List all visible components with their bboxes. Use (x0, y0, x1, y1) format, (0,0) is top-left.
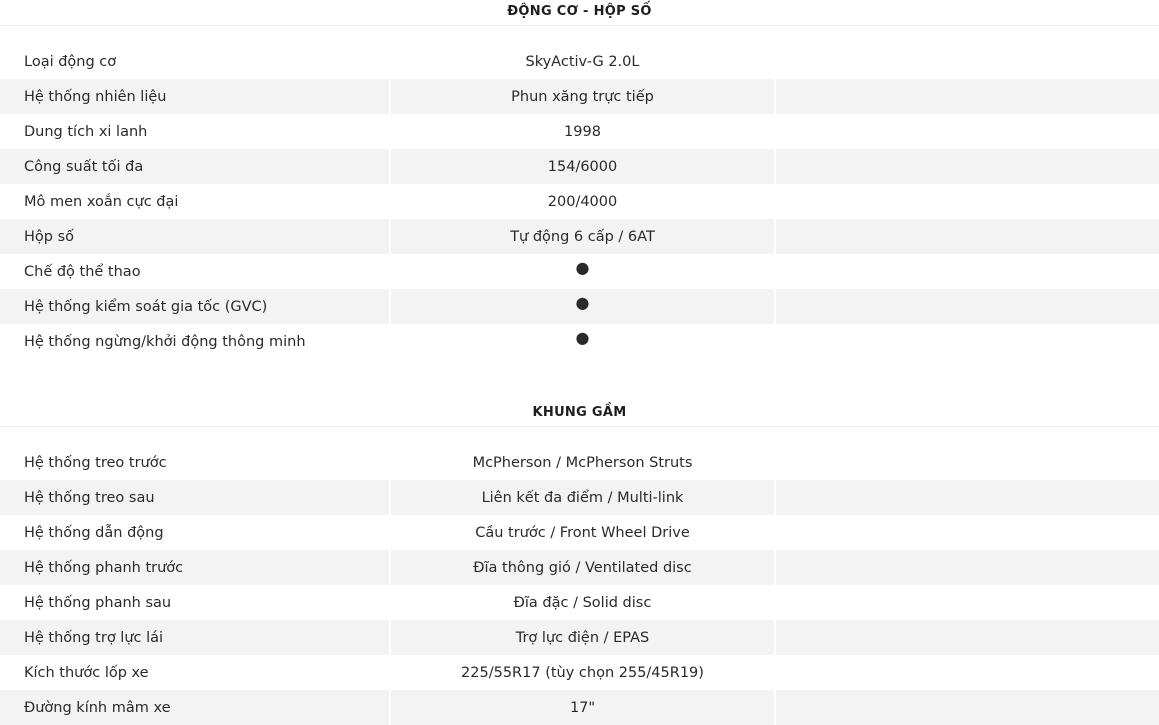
spec-row: Công suất tối đa 154/6000 (0, 149, 1159, 184)
spec-label: Chế độ thể thao (24, 263, 141, 280)
spec-value: Đĩa thông gió / Ventilated disc (389, 550, 775, 585)
bullet-dot-icon: ● (575, 293, 590, 312)
spec-extra-cell (774, 550, 1159, 585)
spec-value: Đĩa đặc / Solid disc (513, 594, 652, 611)
spec-row: Hệ thống ngừng/khởi động thông minh ● (0, 324, 1159, 359)
spec-label: Hệ thống nhiên liệu (0, 79, 390, 114)
spec-label: Hệ thống phanh trước (0, 550, 390, 585)
spec-row: Hệ thống nhiên liệu Phun xăng trực tiếp (0, 79, 1159, 114)
spec-value: 200/4000 (547, 193, 618, 210)
spec-value: 17" (389, 690, 775, 725)
spec-value: McPherson / McPherson Struts (472, 454, 693, 471)
spec-label: Hệ thống ngừng/khởi động thông minh (24, 333, 306, 350)
spec-value: 1998 (564, 123, 601, 140)
spec-extra-cell (775, 585, 1159, 620)
bullet-dot-icon: ● (575, 328, 590, 347)
spec-label: Hệ thống treo trước (24, 454, 167, 471)
chassis-spec-table: Hệ thống treo trước McPherson / McPherso… (0, 445, 1159, 725)
spec-value: Tự động 6 cấp / 6AT (389, 219, 775, 254)
spec-extra-cell (774, 690, 1159, 725)
spec-label: Hệ thống trợ lực lái (0, 620, 390, 655)
spec-extra-cell (774, 149, 1159, 184)
engine-spec-table: Loại động cơ SkyActiv-G 2.0L Hệ thống nh… (0, 44, 1159, 359)
spec-label: Mô men xoắn cực đại (24, 193, 179, 210)
spec-extra-cell (774, 289, 1159, 324)
spec-row: Hệ thống phanh trước Đĩa thông gió / Ven… (0, 550, 1159, 585)
spec-extra-cell (775, 445, 1159, 480)
spec-row: Hệ thống treo sau Liên kết đa điểm / Mul… (0, 480, 1159, 515)
spec-row: Mô men xoắn cực đại 200/4000 (0, 184, 1159, 219)
spec-extra-cell (775, 324, 1159, 359)
spec-label: Dung tích xi lanh (24, 123, 148, 140)
spec-value: SkyActiv-G 2.0L (525, 53, 640, 70)
spec-row: Kích thước lốp xe 225/55R17 (tùy chọn 25… (0, 655, 1159, 690)
spec-row: Loại động cơ SkyActiv-G 2.0L (0, 44, 1159, 79)
spec-row: Hệ thống trợ lực lái Trợ lực điện / EPAS (0, 620, 1159, 655)
spec-value: Cầu trước / Front Wheel Drive (475, 524, 690, 541)
spec-label: Hộp số (0, 219, 390, 254)
spec-label: Hệ thống dẫn động (24, 524, 164, 541)
spec-row: Hệ thống dẫn động Cầu trước / Front Whee… (0, 515, 1159, 550)
spec-extra-cell (774, 79, 1159, 114)
spec-label: Loại động cơ (24, 53, 117, 70)
spec-row: Dung tích xi lanh 1998 (0, 114, 1159, 149)
spec-extra-cell (774, 480, 1159, 515)
spec-label: Công suất tối đa (0, 149, 390, 184)
spec-value: Liên kết đa điểm / Multi-link (389, 480, 775, 515)
spec-row: Đường kính mâm xe 17" (0, 690, 1159, 725)
spec-extra-cell (775, 655, 1159, 690)
spec-row: Chế độ thể thao ● (0, 254, 1159, 289)
spec-value: Phun xăng trực tiếp (389, 79, 775, 114)
spec-row: Hệ thống kiểm soát gia tốc (GVC) ● (0, 289, 1159, 324)
spec-label: Đường kính mâm xe (0, 690, 390, 725)
spec-extra-cell (775, 114, 1159, 149)
spec-value: 154/6000 (389, 149, 775, 184)
spec-label: Hệ thống kiểm soát gia tốc (GVC) (0, 289, 390, 324)
spec-extra-cell (774, 620, 1159, 655)
spec-value: 225/55R17 (tùy chọn 255/45R19) (461, 664, 704, 681)
spec-row: Hệ thống phanh sau Đĩa đặc / Solid disc (0, 585, 1159, 620)
spec-value: Trợ lực điện / EPAS (389, 620, 775, 655)
spec-extra-cell (775, 254, 1159, 289)
spec-extra-cell (774, 219, 1159, 254)
engine-section-title: ĐỘNG CƠ - HỘP SỐ (0, 0, 1159, 26)
spec-row: Hệ thống treo trước McPherson / McPherso… (0, 445, 1159, 480)
spec-label: Hệ thống treo sau (0, 480, 390, 515)
spec-extra-cell (775, 515, 1159, 550)
bullet-dot-icon: ● (575, 258, 590, 277)
spec-label: Kích thước lốp xe (24, 664, 149, 681)
chassis-section-title: KHUNG GẦM (0, 401, 1159, 427)
spec-row: Hộp số Tự động 6 cấp / 6AT (0, 219, 1159, 254)
spec-extra-cell (775, 184, 1159, 219)
spec-label: Hệ thống phanh sau (24, 594, 172, 611)
spec-extra-cell (775, 44, 1159, 79)
